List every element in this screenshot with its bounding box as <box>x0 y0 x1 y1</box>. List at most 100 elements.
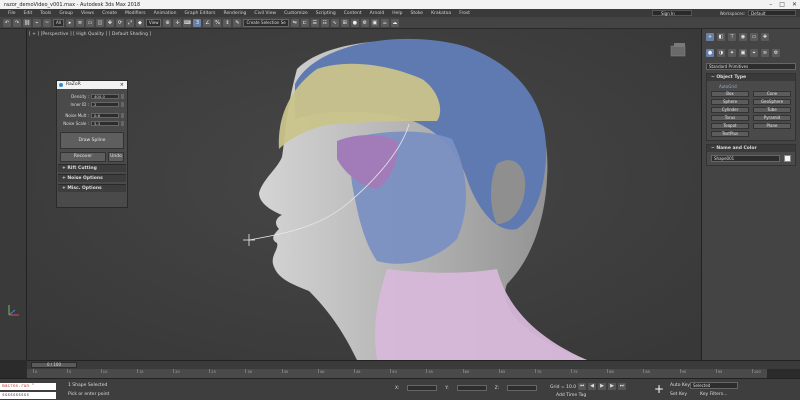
draw-spline-button[interactable]: Draw Spline <box>60 132 124 149</box>
layer-icon[interactable]: ☰ <box>310 18 319 27</box>
snaps-toggle-icon[interactable]: 3 <box>193 18 202 27</box>
object-color-swatch[interactable] <box>784 155 791 162</box>
key-selection-dropdown[interactable]: Selected <box>690 382 738 389</box>
angle-snap-icon[interactable]: ∠ <box>203 18 212 27</box>
menu-file[interactable]: File <box>4 11 20 16</box>
hierarchy-tab-icon[interactable]: ⊤ <box>728 33 736 41</box>
scene-explorer-icon[interactable]: ☷ <box>320 18 329 27</box>
close-icon[interactable]: ✕ <box>792 1 797 8</box>
coord-x-field[interactable] <box>407 385 438 391</box>
material-editor-icon[interactable]: ● <box>350 18 359 27</box>
render-setup-icon[interactable]: ⚙ <box>360 18 369 27</box>
time-slider[interactable]: 0 / 100 <box>27 360 800 369</box>
scale-icon[interactable]: ⤢ <box>125 18 134 27</box>
perspective-viewport[interactable]: [ + ] [Perspective ] [ High Quality ] [ … <box>27 29 701 360</box>
lights-icon[interactable]: ✦ <box>728 49 736 57</box>
razor-close-icon[interactable]: × <box>120 81 124 89</box>
geosphere-button[interactable]: GeoSphere <box>753 99 791 105</box>
add-time-tag-button[interactable]: Add Time Tag <box>556 393 586 398</box>
recover-button[interactable]: Recover <box>60 152 106 162</box>
render-icon[interactable]: ☕ <box>380 18 389 27</box>
motion-tab-icon[interactable]: ◉ <box>739 33 747 41</box>
go-to-end-icon[interactable]: ⏭ <box>618 383 626 390</box>
menu-views[interactable]: Views <box>77 11 98 16</box>
undo-icon[interactable]: ↶ <box>3 18 11 27</box>
menu-stoke[interactable]: Stoke <box>406 11 427 16</box>
pivot-icon[interactable]: ⊕ <box>163 18 172 27</box>
display-tab-icon[interactable]: ▭ <box>750 33 758 41</box>
previous-frame-icon[interactable]: ◀ <box>588 383 596 390</box>
edit-named-sets-icon[interactable]: ✎ <box>233 18 242 27</box>
menu-scripting[interactable]: Scripting <box>312 11 340 16</box>
shapes-icon[interactable]: ◑ <box>717 49 725 57</box>
minimize-icon[interactable]: – <box>769 1 772 8</box>
sphere-button[interactable]: Sphere <box>711 99 749 105</box>
torus-button[interactable]: Torus <box>711 115 749 121</box>
render-frame-icon[interactable]: ▣ <box>370 18 379 27</box>
menu-animation[interactable]: Animation <box>150 11 181 16</box>
link-icon[interactable]: ⛓ <box>23 18 31 27</box>
density-spinner-icon[interactable] <box>121 94 124 99</box>
viewport-label[interactable]: [ + ] [Perspective ] [ High Quality ] [ … <box>29 32 151 37</box>
key-filters-button[interactable]: Key Filters... <box>700 392 727 397</box>
systems-icon[interactable]: ⚙ <box>772 49 780 57</box>
geometry-icon[interactable]: ● <box>706 49 714 57</box>
select-object-icon[interactable]: ▸ <box>65 18 74 27</box>
tube-button[interactable]: Tube <box>753 107 791 113</box>
cone-button[interactable]: Cone <box>753 91 791 97</box>
set-key-plus-icon[interactable]: + <box>654 383 664 395</box>
move-icon[interactable]: ✥ <box>105 18 114 27</box>
placement-icon[interactable]: ◆ <box>135 18 144 27</box>
menu-graph-editors[interactable]: Graph Editors <box>181 11 220 16</box>
plane-button[interactable]: Plane <box>753 123 791 129</box>
menu-rendering[interactable]: Rendering <box>219 11 250 16</box>
pyramid-button[interactable]: Pyramid <box>753 115 791 121</box>
named-selection-dropdown[interactable]: Create Selection Se <box>243 18 289 27</box>
unlink-icon[interactable]: ⌁ <box>33 18 41 27</box>
density-field[interactable]: 400.0 <box>91 94 119 99</box>
mirror-icon[interactable]: ⇋ <box>290 18 299 27</box>
maxscript-listener-input[interactable]: macros.run " <box>0 383 56 390</box>
keyboard-shortcut-icon[interactable]: ⌨ <box>183 18 192 27</box>
menu-frost[interactable]: Frost <box>455 11 474 16</box>
reference-coord-dropdown[interactable]: View <box>145 18 162 27</box>
menu-edit[interactable]: Edit <box>20 11 37 16</box>
menu-help[interactable]: Help <box>388 11 406 16</box>
coord-z-field[interactable] <box>506 385 537 391</box>
object-type-header[interactable]: − Object Type <box>707 74 795 81</box>
maxscript-listener-output[interactable]: ssssssssss <box>0 392 56 399</box>
utilities-tab-icon[interactable]: ✚ <box>761 33 769 41</box>
inner-id-spinner-icon[interactable] <box>121 102 124 107</box>
spinner-snap-icon[interactable]: ⇕ <box>223 18 232 27</box>
maximize-icon[interactable]: □ <box>779 1 785 8</box>
bind-spacewarp-icon[interactable]: ~ <box>43 18 51 27</box>
workspace-dropdown[interactable]: Default <box>748 10 796 16</box>
play-icon[interactable]: ▶ <box>598 383 606 390</box>
name-color-header[interactable]: − Name and Color <box>707 145 795 152</box>
rotate-icon[interactable]: ⟳ <box>115 18 124 27</box>
inner-id-field[interactable]: 2 <box>91 102 119 107</box>
noise-scale-spinner-icon[interactable] <box>121 121 124 126</box>
cylinder-button[interactable]: Cylinder <box>711 107 749 113</box>
sign-in-dropdown[interactable]: Sign In <box>652 10 692 16</box>
redo-icon[interactable]: ↷ <box>13 18 21 27</box>
noise-scale-field[interactable]: 5.3 <box>91 121 119 126</box>
noise-options-rollout[interactable]: + Noise Options <box>58 174 126 182</box>
noise-mult-field[interactable]: 0.6 <box>91 113 119 118</box>
select-by-name-icon[interactable]: ≡ <box>75 18 84 27</box>
modify-tab-icon[interactable]: ◧ <box>717 33 725 41</box>
schematic-icon[interactable]: ⊞ <box>340 18 349 27</box>
primitives-dropdown[interactable]: Standard Primitives <box>706 63 796 70</box>
go-to-start-icon[interactable]: ⏮ <box>578 383 586 390</box>
noise-mult-spinner-icon[interactable] <box>121 113 124 118</box>
track-bar[interactable]: 0 5 10 15 20 25 30 35 40 45 50 55 60 65 70 75 80 85 90 95 10… <box>27 369 767 378</box>
object-name-field[interactable]: Shape001 <box>711 155 780 162</box>
curve-editor-icon[interactable]: ∿ <box>330 18 339 27</box>
menu-civil-view[interactable]: Civil View <box>250 11 280 16</box>
set-key-button[interactable]: Set Key <box>670 392 687 397</box>
rect-selection-icon[interactable]: ▭ <box>85 18 94 27</box>
render-cloud-icon[interactable]: ☁ <box>390 18 399 27</box>
next-frame-icon[interactable]: ▶ <box>608 383 616 390</box>
auto-key-button[interactable]: Auto Key <box>670 383 690 388</box>
menu-arnold[interactable]: Arnold <box>366 11 389 16</box>
